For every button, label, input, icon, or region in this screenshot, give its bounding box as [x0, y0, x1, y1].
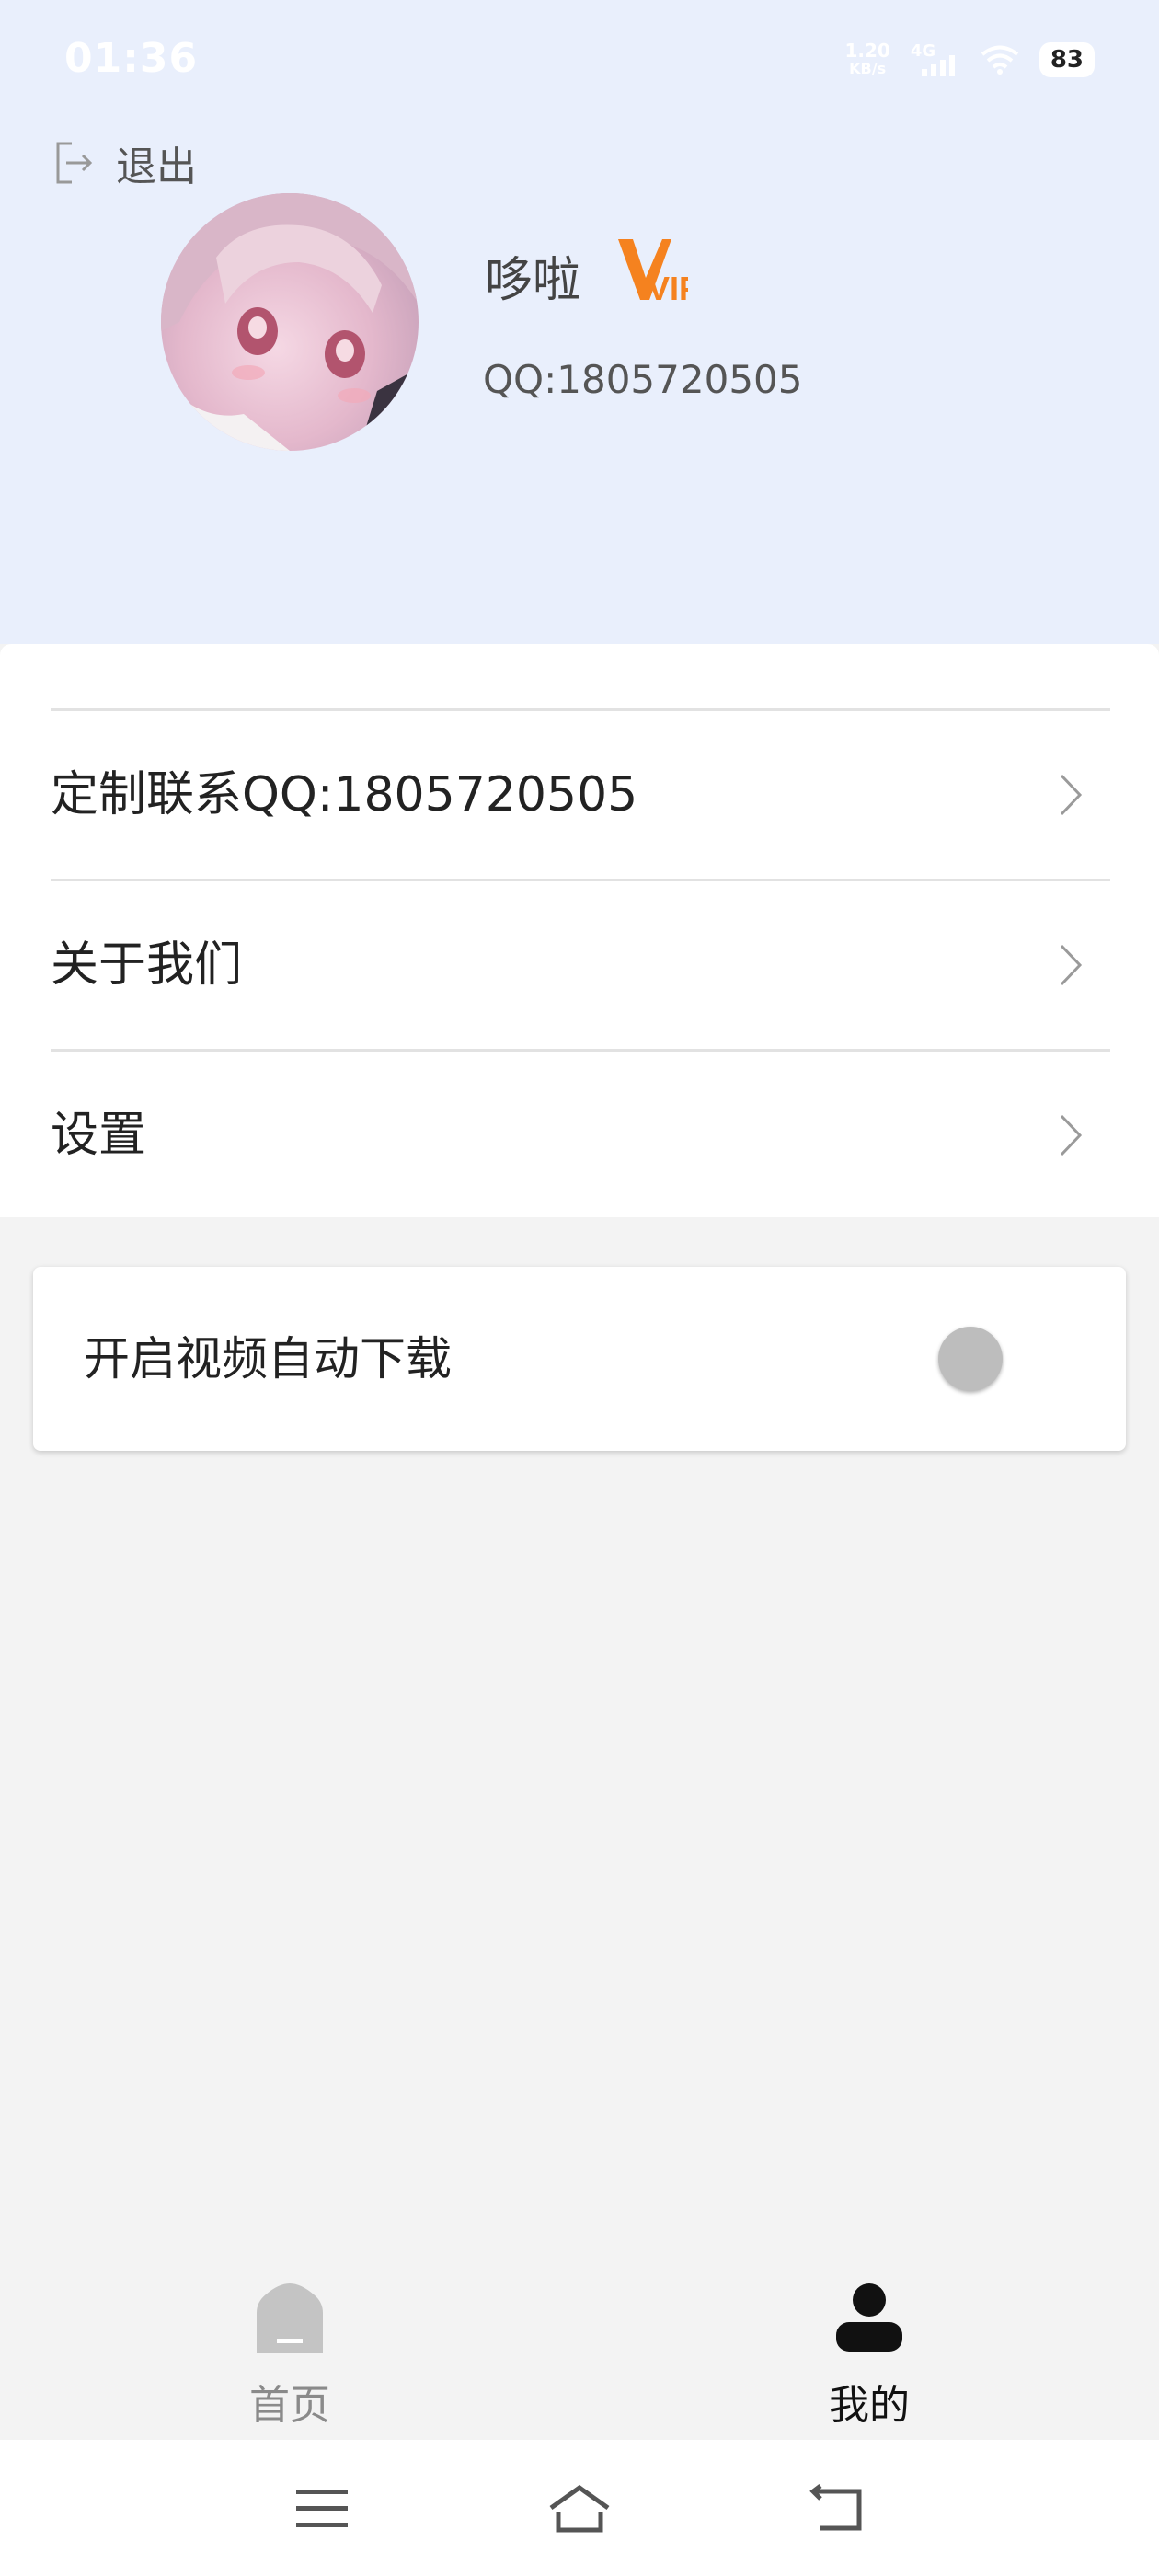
menu-item-settings[interactable]: 设置	[0, 1052, 1159, 1219]
auto-download-card: 开启视频自动下载	[33, 1267, 1126, 1451]
svg-text:VIP: VIP	[648, 270, 688, 305]
tab-mine-label: 我的	[829, 2382, 910, 2429]
status-time: 01:36	[64, 35, 199, 82]
back-icon	[809, 2484, 862, 2531]
user-qq-number: QQ:1805720505	[483, 357, 803, 402]
battery-indicator: 83	[1039, 42, 1095, 77]
chevron-right-icon	[1060, 944, 1083, 986]
wifi-icon	[981, 45, 1019, 75]
logout-icon	[56, 142, 93, 184]
menu-item-custom-contact[interactable]: 定制联系QQ:1805720505	[0, 711, 1159, 879]
menu-card: 定制联系QQ:1805720505 关于我们 设置	[0, 644, 1159, 1217]
menu-item-label: 定制联系QQ:1805720505	[51, 767, 638, 822]
tab-home-label: 首页	[249, 2382, 330, 2429]
auto-download-label: 开启视频自动下载	[84, 1332, 452, 1386]
cellular-signal-icon: 4G	[911, 41, 960, 78]
avatar[interactable]	[161, 193, 419, 451]
system-nav-bar	[0, 2440, 1159, 2576]
status-bar: 01:36 1.20 KB/s 4G 83	[0, 0, 1159, 120]
home-outline-icon	[549, 2484, 610, 2533]
hamburger-menu-icon	[296, 2490, 348, 2527]
menu-button[interactable]	[281, 2477, 363, 2541]
menu-item-about-us[interactable]: 关于我们	[0, 881, 1159, 1049]
menu-item-label: 设置	[51, 1108, 147, 1163]
logout-button[interactable]: 退出	[53, 133, 197, 192]
status-icons: 1.20 KB/s 4G 83	[844, 37, 1095, 83]
logout-label: 退出	[116, 144, 197, 190]
user-icon	[836, 2283, 902, 2352]
anime-avatar-image	[161, 193, 419, 451]
menu-item-label: 关于我们	[51, 937, 243, 993]
toggle-knob	[938, 1327, 1003, 1391]
auto-download-toggle[interactable]	[938, 1327, 1003, 1391]
chevron-right-icon	[1060, 1114, 1083, 1156]
tab-mine[interactable]: 我的	[580, 2263, 1159, 2440]
chevron-right-icon	[1060, 774, 1083, 816]
home-button[interactable]	[538, 2477, 621, 2541]
vip-badge-icon: VIP	[618, 239, 688, 305]
username: 哆啦	[485, 253, 581, 308]
bottom-nav: 首页 我的	[0, 2263, 1159, 2440]
home-icon	[257, 2283, 323, 2353]
network-speed: 1.20 KB/s	[844, 40, 890, 77]
back-button[interactable]	[796, 2477, 878, 2541]
tab-home[interactable]: 首页	[0, 2263, 580, 2440]
